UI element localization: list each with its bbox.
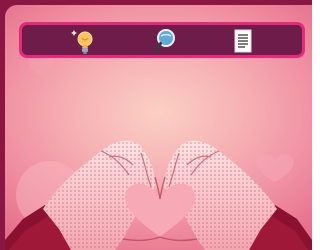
tool-search-button[interactable] — [150, 27, 180, 57]
background-heart — [28, 56, 54, 75]
toolbar — [19, 22, 305, 58]
tool-document-button[interactable] — [228, 27, 258, 57]
content-panel — [5, 5, 312, 250]
app-screen — [0, 0, 312, 250]
background-heart — [256, 154, 294, 182]
lightbulb-icon — [71, 30, 93, 54]
document-icon — [234, 29, 252, 53]
magnifier-icon — [153, 29, 175, 54]
heart-gap — [124, 183, 196, 237]
tool-idea-button[interactable] — [68, 27, 98, 57]
